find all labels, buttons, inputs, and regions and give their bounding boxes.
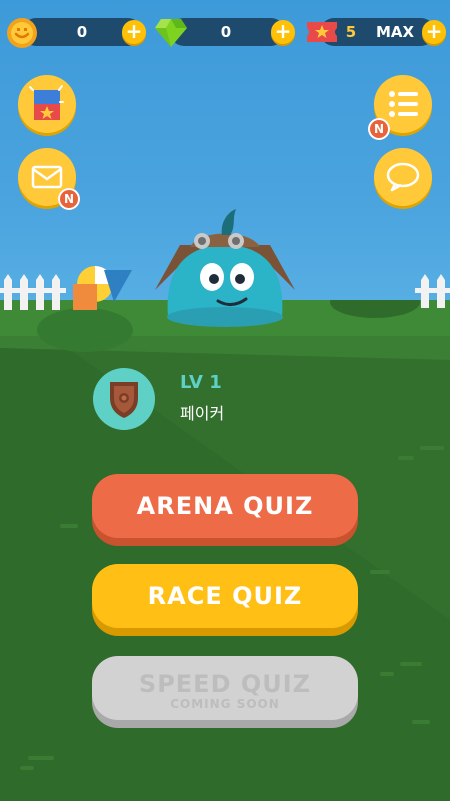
arena-quiz-label: ARENA QUIZ bbox=[136, 492, 314, 520]
race-quiz-button[interactable]: RACE QUIZ bbox=[92, 564, 358, 628]
chat-button[interactable] bbox=[374, 148, 432, 206]
race-quiz-label: RACE QUIZ bbox=[147, 582, 303, 610]
player-level: LV 1 bbox=[180, 372, 222, 393]
rank-avatar[interactable] bbox=[93, 368, 155, 430]
envelope-icon bbox=[31, 165, 63, 189]
coming-soon-label: COMING SOON bbox=[170, 697, 280, 711]
fence-left bbox=[0, 266, 132, 310]
green-gem-icon bbox=[155, 19, 187, 47]
shop-button[interactable] bbox=[18, 75, 76, 133]
add-coins-button[interactable]: + bbox=[122, 20, 146, 44]
arena-quiz-button[interactable]: ARENA QUIZ bbox=[92, 474, 358, 538]
fence-right bbox=[415, 274, 450, 308]
top-resource-bar: 0 + 0 + 5 MAX + bbox=[0, 0, 450, 64]
menu-new-badge: N bbox=[368, 118, 390, 140]
ticket-count: 5 bbox=[345, 23, 357, 41]
mail-new-badge: N bbox=[58, 188, 80, 210]
gift-box-icon bbox=[29, 85, 64, 120]
speed-quiz-button: SPEED QUIZ COMING SOON bbox=[92, 656, 358, 720]
ticket-status: MAX bbox=[375, 23, 415, 41]
grass-ground bbox=[0, 300, 450, 801]
chat-bubble-icon bbox=[386, 162, 420, 192]
smiley-coin-icon bbox=[7, 18, 37, 48]
shield-badge-icon bbox=[110, 382, 138, 418]
ticket-star-icon bbox=[307, 22, 337, 42]
speed-quiz-label: SPEED QUIZ bbox=[138, 670, 312, 698]
gem-count: 0 bbox=[220, 23, 232, 41]
add-tickets-button[interactable]: + bbox=[422, 20, 446, 44]
add-gems-button[interactable]: + bbox=[271, 20, 295, 44]
list-menu-icon bbox=[389, 91, 418, 117]
player-name: 페이커 bbox=[180, 404, 225, 423]
game-home-screen: 0 + 0 + 5 MAX + N N LV 1 페이커 ARENA QUIZ … bbox=[0, 0, 450, 801]
mascot-character bbox=[155, 209, 295, 327]
coin-count: 0 bbox=[76, 23, 88, 41]
